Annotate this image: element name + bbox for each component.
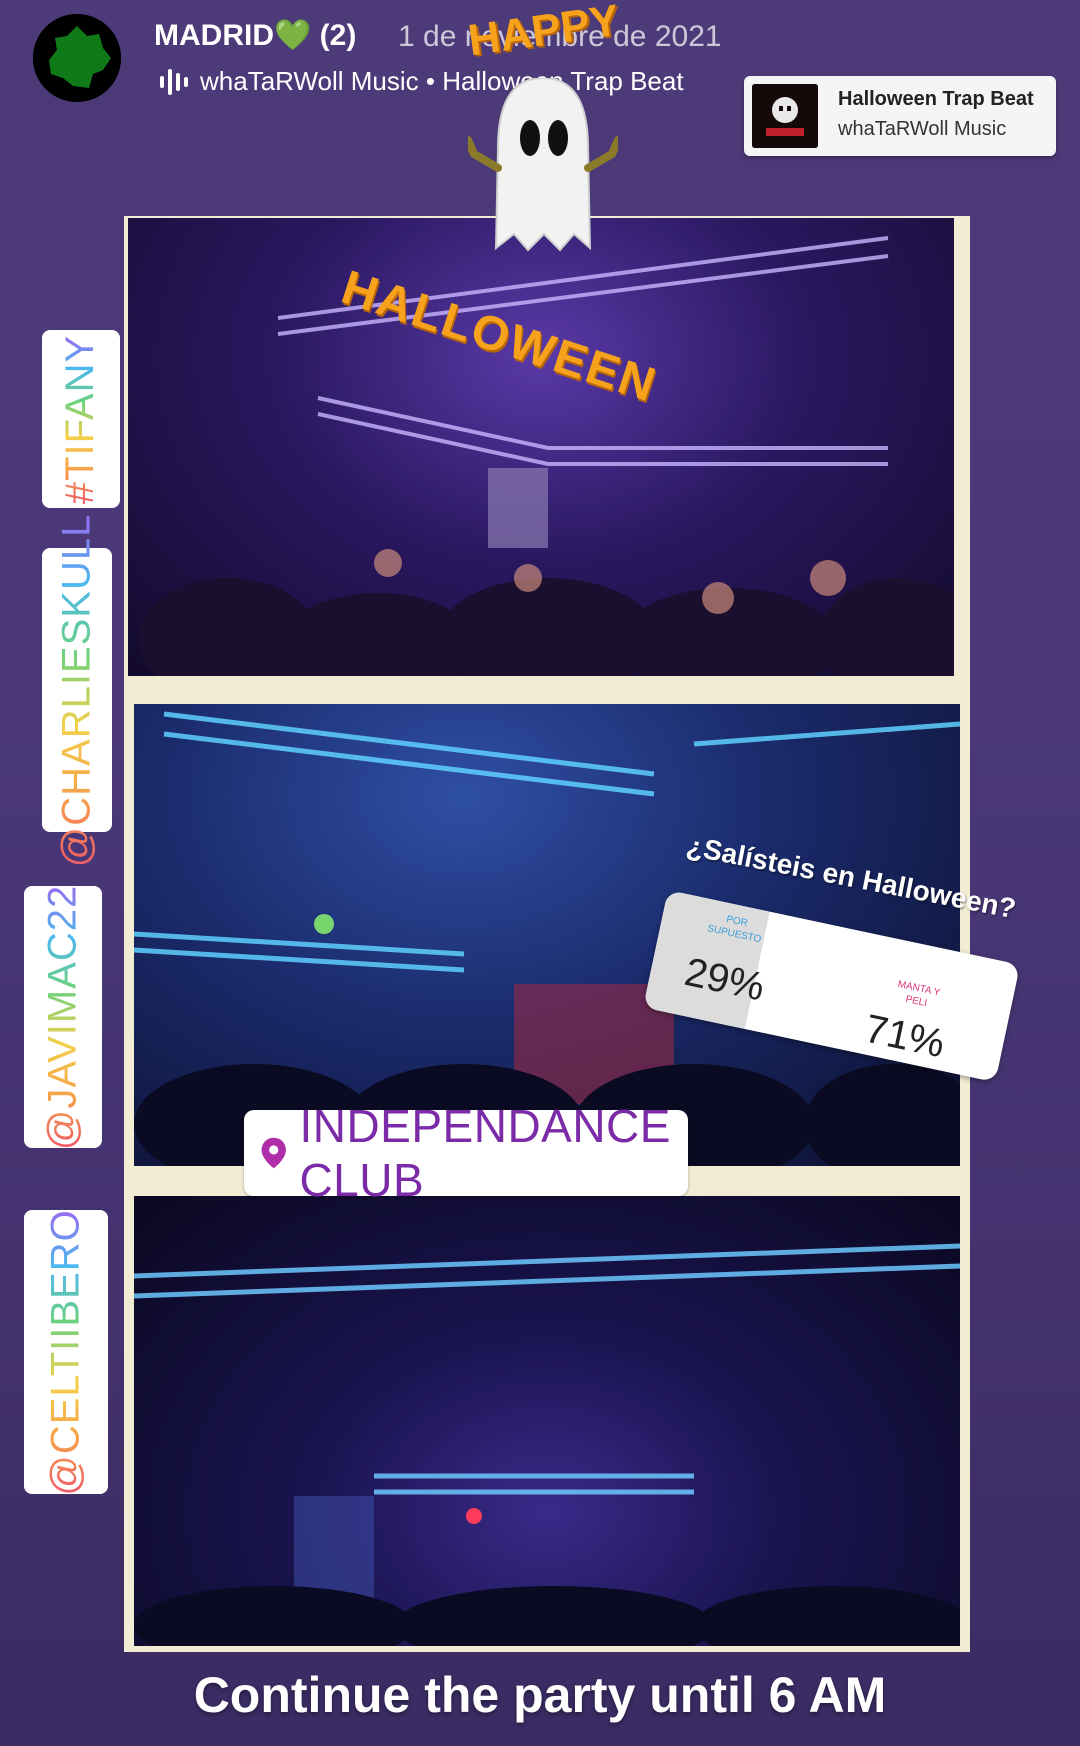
club-photo-top — [128, 218, 954, 676]
mention-celtiibero: @CELTIIBERO — [43, 1208, 88, 1496]
poll-option-2-label[interactable]: MANTA Y PELI — [886, 976, 950, 1014]
ghost-icon — [468, 78, 618, 252]
music-track-title: Halloween Trap Beat — [838, 88, 1034, 110]
location-name: INDEPENDANCE CLUB — [299, 1100, 671, 1206]
mention-charlieskull: @CHARLIESKULL — [54, 513, 99, 867]
username[interactable]: MADRID💚 (2) — [154, 18, 356, 53]
mention-sticker-javimac22[interactable]: @JAVIMAC22 — [24, 884, 102, 1150]
mention-sticker-celtiibero[interactable]: @CELTIIBERO — [24, 1208, 108, 1496]
story-caption: Continue the party until 6 AM — [193, 1667, 887, 1723]
mention-tifany: #TIFANY — [58, 334, 103, 504]
music-sticker[interactable]: Halloween Trap Beat whaTaRWoll Music — [744, 76, 1056, 156]
mention-javimac22: @JAVIMAC22 — [40, 884, 85, 1150]
madrid-region-map-icon — [33, 14, 121, 102]
audio-bars-icon — [160, 67, 188, 97]
mention-sticker-tifany[interactable]: #TIFANY — [42, 330, 120, 508]
music-artist: whaTaRWoll Music — [838, 118, 1007, 140]
location-pin-icon — [261, 1137, 286, 1169]
club-photo-bottom — [134, 1196, 960, 1646]
album-art — [752, 84, 818, 148]
location-sticker[interactable]: INDEPENDANCE CLUB — [244, 1100, 688, 1206]
avatar[interactable] — [33, 14, 121, 102]
mention-sticker-charlieskull[interactable]: @CHARLIESKULL — [42, 513, 112, 867]
